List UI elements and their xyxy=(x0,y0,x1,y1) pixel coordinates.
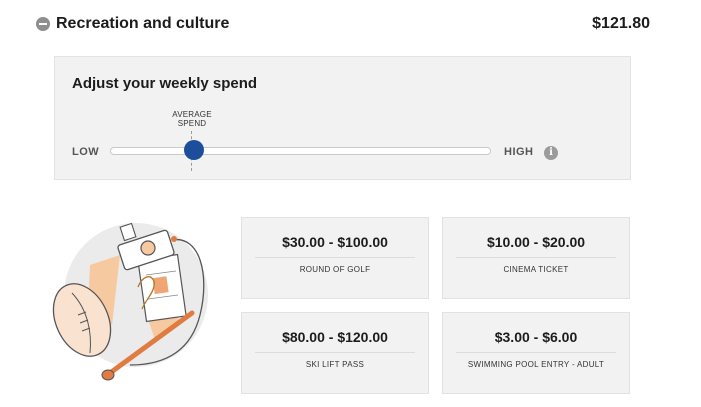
item-price: $3.00 - $6.00 xyxy=(494,329,578,345)
item-price: $80.00 - $120.00 xyxy=(282,329,388,345)
item-price: $10.00 - $20.00 xyxy=(486,234,586,250)
collapse-icon[interactable] xyxy=(36,17,50,31)
category-title: Recreation and culture xyxy=(56,15,230,32)
average-spend-label: AVERAGE SPEND xyxy=(167,110,217,128)
info-icon[interactable]: i xyxy=(544,146,558,160)
spend-slider-thumb[interactable] xyxy=(183,140,204,160)
item-card: $80.00 - $120.00 SKI LIFT PASS xyxy=(241,312,429,394)
slider-high-label: HIGH xyxy=(504,146,534,158)
item-card: $30.00 - $100.00 ROUND OF GOLF xyxy=(241,217,429,299)
spend-slider-track[interactable] xyxy=(110,147,491,155)
category-header: Recreation and culture $121.80 xyxy=(36,10,650,38)
card-divider xyxy=(255,257,415,258)
item-label: ROUND OF GOLF xyxy=(299,265,371,274)
average-label-line2: SPEND xyxy=(177,119,207,128)
slider-low-label: LOW xyxy=(72,146,100,158)
item-card: $3.00 - $6.00 SWIMMING POOL ENTRY - ADUL… xyxy=(442,312,630,394)
item-label: CINEMA TICKET xyxy=(503,265,569,274)
adjust-spend-title: Adjust your weekly spend xyxy=(72,75,258,92)
card-divider xyxy=(456,257,616,258)
adjust-spend-panel: Adjust your weekly spend AVERAGE SPEND L… xyxy=(54,56,631,180)
card-divider xyxy=(255,352,415,353)
item-cards: $30.00 - $100.00 ROUND OF GOLF $10.00 - … xyxy=(241,217,630,394)
card-divider xyxy=(456,352,616,353)
category-amount: $121.80 xyxy=(592,15,650,32)
item-label: SWIMMING POOL ENTRY - ADULT xyxy=(467,360,605,369)
strap-clip xyxy=(171,236,177,242)
item-card: $10.00 - $20.00 CINEMA TICKET xyxy=(442,217,630,299)
average-label-line1: AVERAGE xyxy=(172,110,212,119)
item-label: SKI LIFT PASS xyxy=(305,360,365,369)
recreation-illustration xyxy=(52,222,208,381)
item-price: $30.00 - $100.00 xyxy=(282,234,388,250)
